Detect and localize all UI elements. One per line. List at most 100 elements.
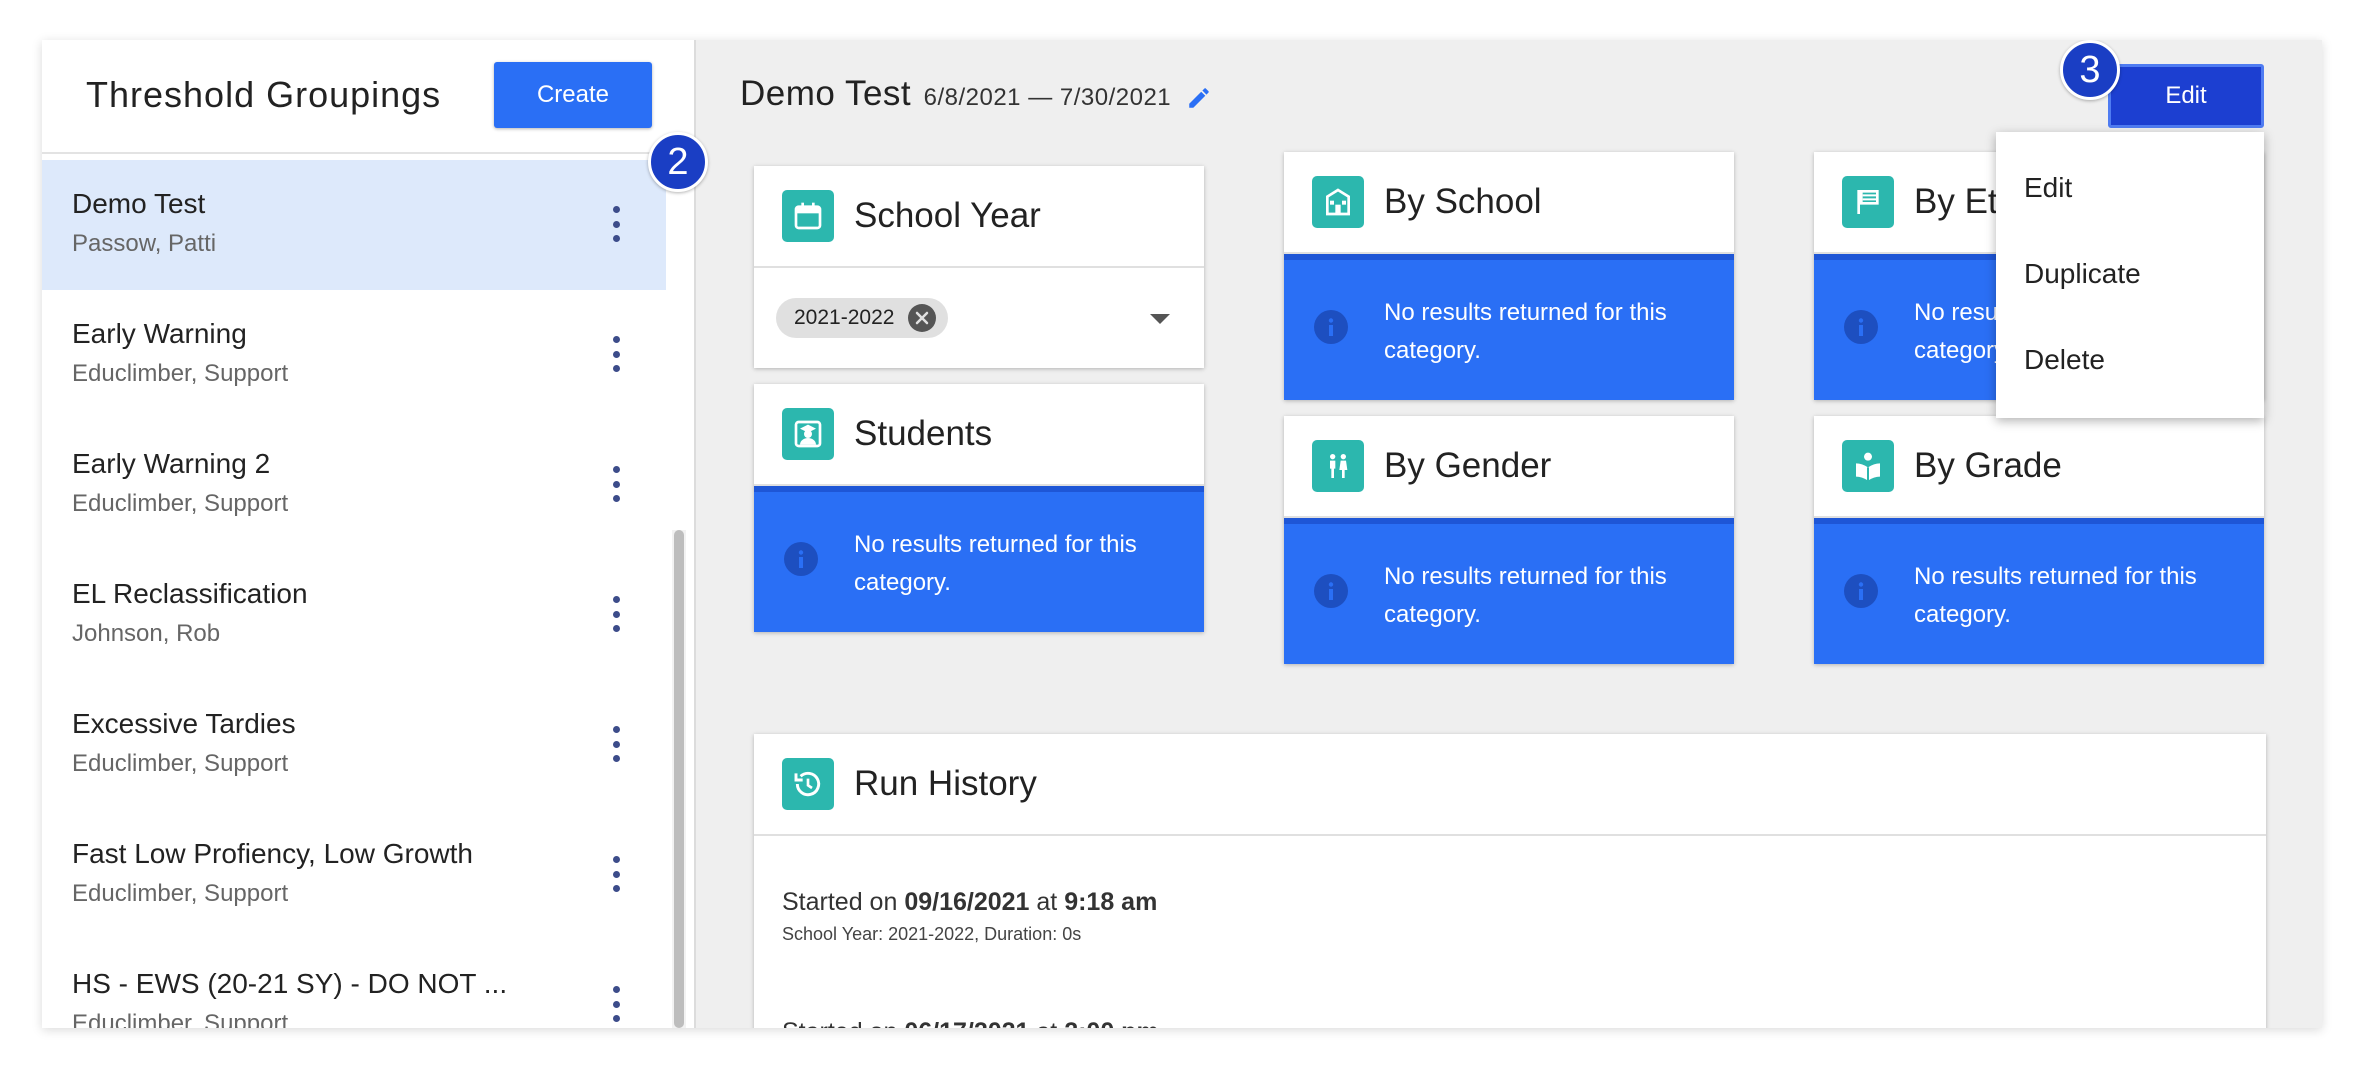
by-grade-card: By Grade No results returned for this ca… — [1814, 416, 2264, 664]
menu-item-edit[interactable]: Edit — [2024, 172, 2072, 204]
item-owner: Educlimber, Support — [72, 750, 289, 777]
students-card: Students No results returned for this ca… — [754, 384, 1204, 632]
chevron-down-icon[interactable] — [1150, 314, 1170, 324]
run-date: 06/17/2021 — [904, 1018, 1029, 1028]
empty-state: No results returned for this category. — [1814, 518, 2264, 664]
grouping-list: Demo Test Passow, Patti Early Warning Ed… — [42, 160, 666, 1028]
empty-message: No results returned for this category. — [1384, 563, 1667, 628]
more-options-icon[interactable] — [608, 856, 624, 892]
date-range: 6/8/2021 — 7/30/2021 — [923, 84, 1172, 111]
more-options-icon[interactable] — [608, 466, 624, 502]
item-owner: Passow, Patti — [72, 230, 217, 257]
more-options-icon[interactable] — [608, 986, 624, 1022]
item-owner: Educlimber, Support — [72, 1010, 289, 1028]
run-entry: Started on 06/17/2021 at 2:00 pm — [782, 1018, 1159, 1028]
item-title: Fast Low Profiency, Low Growth — [72, 838, 473, 869]
card-header: Students — [754, 384, 1204, 486]
chip-label: 2021-2022 — [794, 306, 895, 329]
edit-button[interactable]: Edit — [2108, 64, 2264, 128]
step-badge-3: 3 — [2060, 40, 2120, 100]
list-item[interactable]: Early Warning Educlimber, Support — [42, 290, 666, 420]
edit-pencil-icon[interactable] — [1186, 85, 1212, 116]
item-owner: Educlimber, Support — [72, 880, 289, 907]
more-options-icon[interactable] — [608, 596, 624, 632]
run-history-card: Run History Started on 09/16/2021 at 9:1… — [754, 734, 2266, 1028]
list-item[interactable]: HS - EWS (20-21 SY) - DO NOT ... Educlim… — [42, 940, 666, 1028]
run-time: 9:18 am — [1064, 888, 1158, 916]
item-title: Early Warning 2 — [72, 448, 271, 479]
empty-state: No results returned for this category. — [754, 486, 1204, 632]
panel-header: Threshold Groupings Create — [42, 40, 694, 154]
history-icon — [782, 758, 834, 810]
more-options-icon[interactable] — [608, 206, 624, 242]
empty-state: No results returned for this category. — [1284, 254, 1734, 400]
run-entry: Started on 09/16/2021 at 9:18 am — [782, 888, 1157, 917]
item-title: HS - EWS (20-21 SY) - DO NOT ... — [72, 968, 508, 999]
card-title: Students — [854, 414, 993, 453]
list-item[interactable]: Excessive Tardies Educlimber, Support — [42, 680, 666, 810]
book-reader-icon — [1842, 440, 1894, 492]
school-year-card: School Year 2021-2022 — [754, 166, 1204, 368]
page-title: Demo Test — [740, 74, 912, 113]
threshold-groupings-panel: Threshold Groupings Create Demo Test Pas… — [42, 40, 696, 1028]
card-title: By Et — [1914, 182, 1998, 221]
school-icon — [1312, 176, 1364, 228]
by-gender-card: By Gender No results returned for this c… — [1284, 416, 1734, 664]
empty-message: No results returned for this category. — [1384, 299, 1667, 364]
grouping-header: Demo Test 6/8/2021 — 7/30/2021 — [740, 74, 1212, 116]
item-title: Demo Test — [72, 188, 206, 219]
info-icon — [1314, 310, 1348, 344]
info-icon — [1314, 574, 1348, 608]
info-icon — [784, 542, 818, 576]
run-prefix: Started on — [782, 888, 905, 916]
item-title: Excessive Tardies — [72, 708, 296, 739]
card-header: By Grade — [1814, 416, 2264, 518]
create-button[interactable]: Create — [494, 62, 652, 128]
run-at: at — [1029, 1018, 1064, 1028]
item-owner: Johnson, Rob — [72, 620, 221, 647]
panel-title: Threshold Groupings — [86, 74, 442, 115]
card-header: Run History — [754, 734, 2266, 836]
menu-item-duplicate[interactable]: Duplicate — [2024, 258, 2141, 290]
run-date: 09/16/2021 — [904, 888, 1030, 916]
empty-state: No results returned for this category. — [1284, 518, 1734, 664]
item-owner: Educlimber, Support — [72, 360, 289, 387]
gender-icon — [1312, 440, 1364, 492]
card-header: By School — [1284, 152, 1734, 254]
more-options-icon[interactable] — [608, 726, 624, 762]
list-item[interactable]: Fast Low Profiency, Low Growth Educlimbe… — [42, 810, 666, 940]
school-year-select[interactable]: 2021-2022 — [754, 268, 1204, 368]
flag-icon — [1842, 176, 1894, 228]
edit-dropdown-menu: Edit Duplicate Delete — [1996, 132, 2264, 418]
remove-chip-icon[interactable] — [908, 304, 937, 332]
more-options-icon[interactable] — [608, 336, 624, 372]
item-owner: Educlimber, Support — [72, 490, 289, 517]
calendar-icon — [782, 190, 834, 242]
run-time: 2:00 pm — [1064, 1018, 1158, 1028]
run-prefix: Started on — [782, 1018, 904, 1028]
list-item[interactable]: Demo Test Passow, Patti — [42, 160, 666, 290]
card-header: School Year — [754, 166, 1204, 268]
scrollbar-thumb[interactable] — [674, 530, 684, 1028]
app-window: Threshold Groupings Create Demo Test Pas… — [42, 40, 2322, 1028]
run-details: School Year: 2021-2022, Duration: 0s — [782, 924, 1082, 944]
card-title: By Gender — [1384, 446, 1552, 485]
step-badge-2: 2 — [648, 132, 708, 192]
menu-item-delete[interactable]: Delete — [2024, 344, 2105, 376]
info-icon — [1844, 310, 1878, 344]
card-header: By Gender — [1284, 416, 1734, 518]
card-title: School Year — [854, 196, 1041, 235]
card-title: By Grade — [1914, 446, 2062, 485]
item-title: Early Warning — [72, 318, 247, 349]
list-item[interactable]: EL Reclassification Johnson, Rob — [42, 550, 666, 680]
school-year-chip: 2021-2022 — [776, 298, 949, 338]
empty-message: No results returned for this category. — [854, 531, 1137, 596]
list-item[interactable]: Early Warning 2 Educlimber, Support — [42, 420, 666, 550]
empty-message: No results returned for this category. — [1914, 563, 2197, 628]
by-school-card: By School No results returned for this c… — [1284, 152, 1734, 400]
item-title: EL Reclassification — [72, 578, 308, 609]
run-at: at — [1029, 888, 1065, 916]
card-title: Run History — [854, 764, 1037, 803]
student-icon — [782, 408, 834, 460]
info-icon — [1844, 574, 1878, 608]
